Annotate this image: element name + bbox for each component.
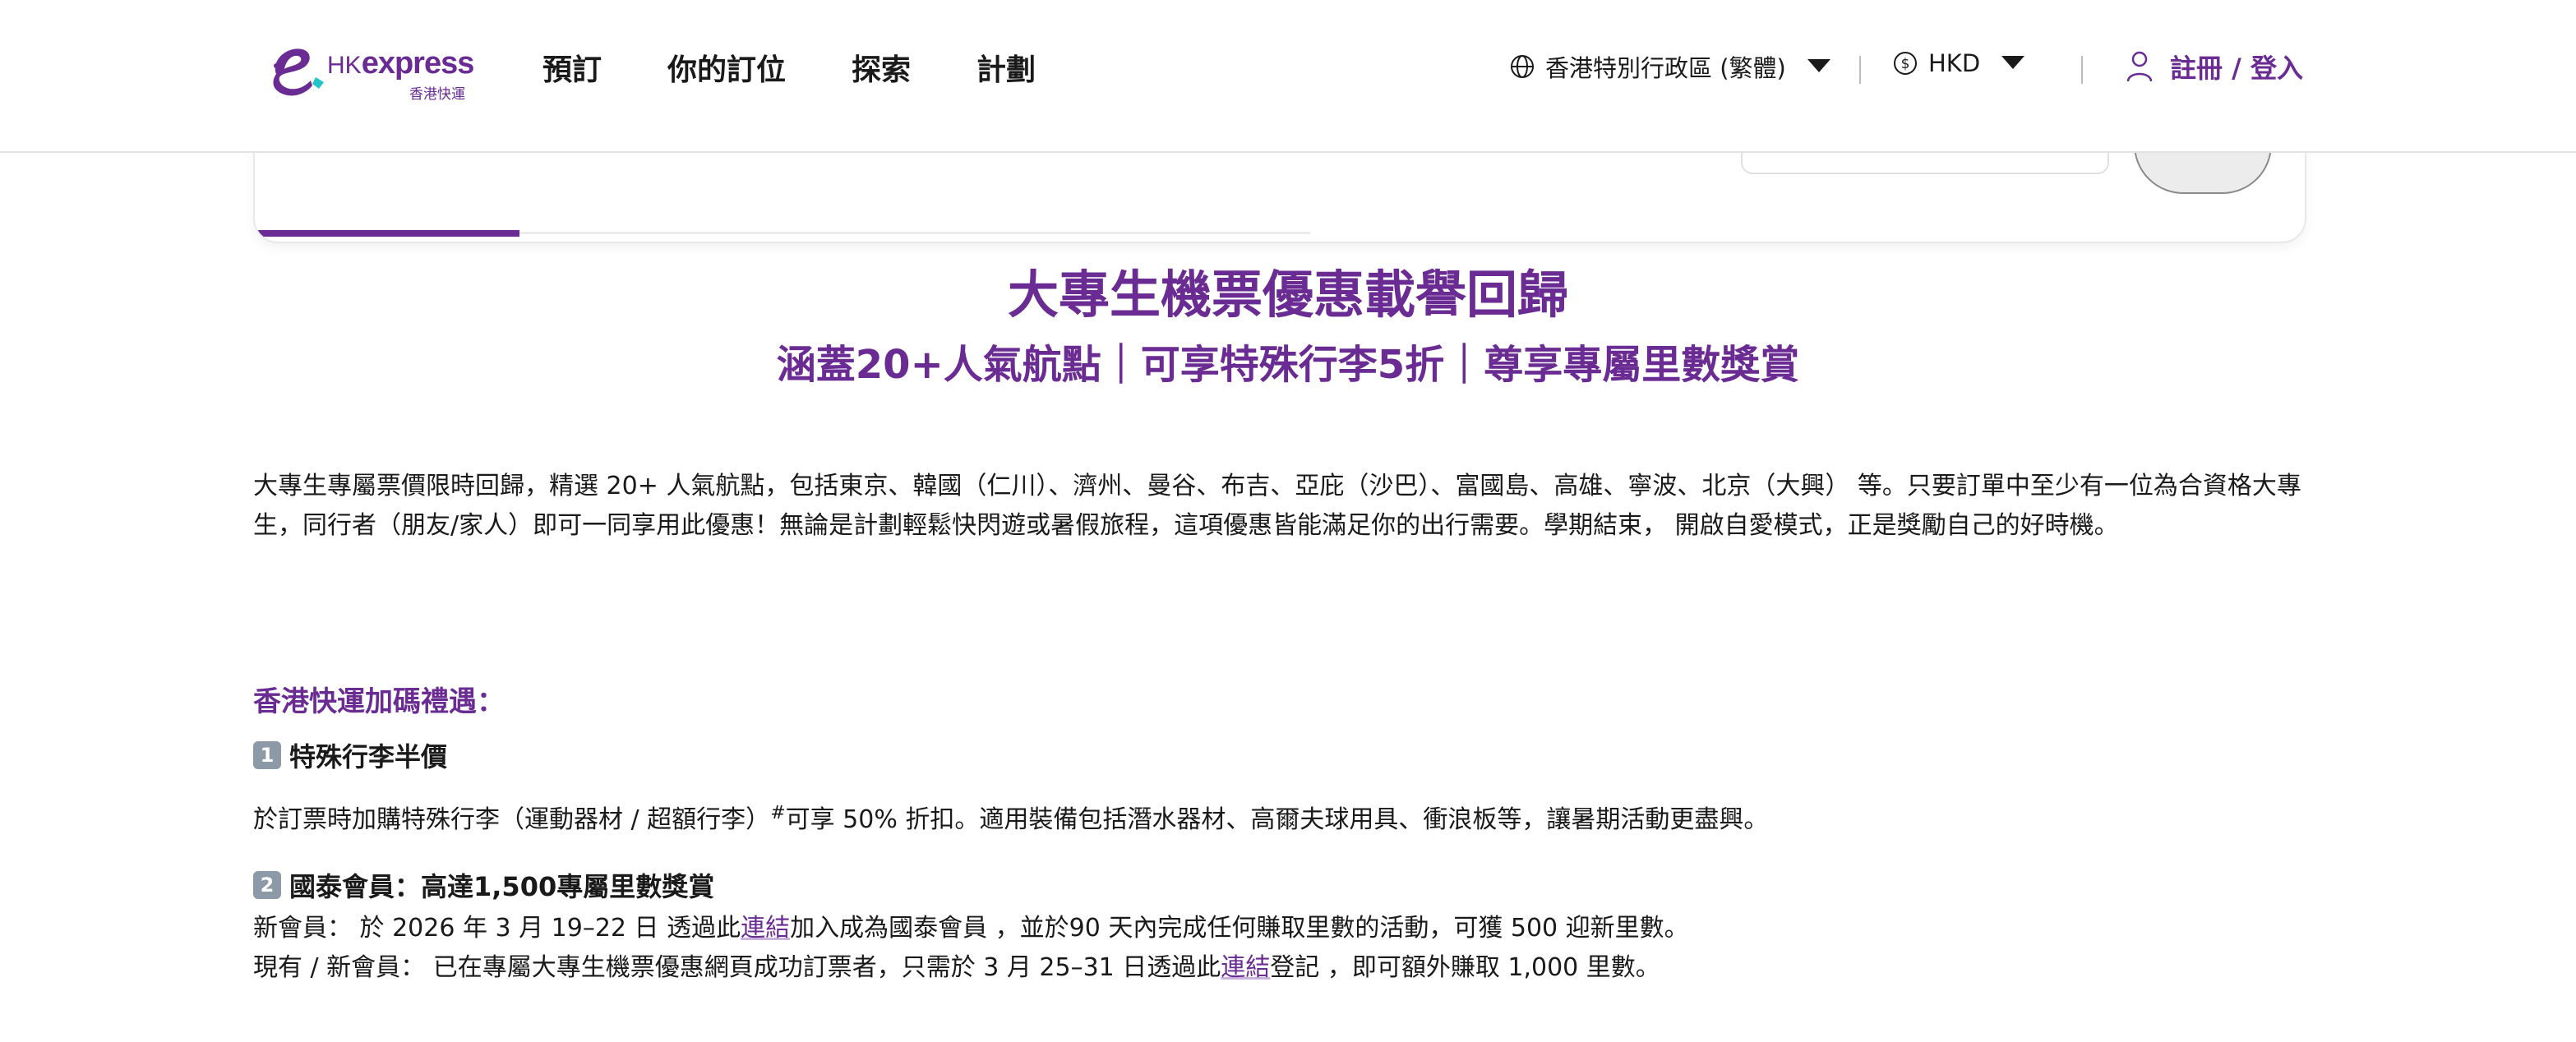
user-icon: [2126, 51, 2153, 82]
site-header: HKexpress 香港快運 預訂 你的訂位 探索 計劃 香港特別行政區 (繁體…: [0, 0, 2576, 153]
perk-2-title: 2 國泰會員：高達1,500專屬里數獎賞: [253, 866, 714, 904]
currency-selector[interactable]: $ HKD: [1892, 49, 2026, 77]
logo-wordmark: HKexpress: [327, 46, 474, 81]
chevron-down-icon: [2001, 56, 2025, 69]
globe-icon: [1511, 55, 1534, 78]
page-title: 大專生機票優惠載譽回歸: [1007, 265, 1568, 325]
header-divider: [2081, 56, 2083, 84]
nav-item-explore[interactable]: 探索: [852, 46, 911, 89]
join-member-link[interactable]: 連結: [741, 914, 790, 943]
logo-chinese-name: 香港快運: [409, 86, 465, 103]
region-selector[interactable]: 香港特別行政區 (繁體): [1509, 49, 1832, 84]
chevron-down-icon: [1807, 59, 1830, 72]
footnote-mark: #: [770, 803, 786, 823]
perk-1-title-text: 特殊行李半價: [289, 741, 448, 772]
perk-2-title-text: 國泰會員：高達1,500專屬里數獎賞: [289, 871, 715, 902]
main-nav: 預訂 你的訂位 探索 計劃: [542, 46, 1036, 89]
region-label: 香港特別行政區 (繁體): [1545, 54, 1786, 82]
perks-heading: 香港快運加碼禮遇：: [253, 685, 505, 718]
perk-2-new-member-line: 新會員： 於 2026 年 3 月 19–22 日 透過此連結加入成為國泰會員 …: [253, 914, 1689, 943]
logo-e-mark-icon: [273, 48, 324, 96]
widget-active-tab-indicator: [255, 230, 519, 237]
register-link[interactable]: 連結: [1221, 953, 1270, 982]
login-label: 註冊 / 登入: [2170, 53, 2303, 84]
login-button[interactable]: 註冊 / 登入: [2126, 48, 2303, 85]
perk-2-existing-member-line: 現有 / 新會員： 已在專屬大專生機票優惠網頁成功訂票者，只需於 3 月 25–…: [253, 953, 1660, 982]
nav-item-plan[interactable]: 計劃: [976, 46, 1036, 89]
perk-1-title: 1 特殊行李半價: [253, 736, 447, 774]
perk-1-description: 於訂票時加購特殊行李（運動器材 / 超額行李）#可享 50% 折扣。適用裝備包括…: [253, 803, 1769, 834]
page-subtitle: 涵蓋20+人氣航點｜可享特殊行李5折｜尊享專屬里數獎賞: [776, 342, 1800, 388]
number-2-keycap-icon: 2: [253, 871, 281, 899]
currency-label: HKD: [1928, 49, 1981, 77]
hkexpress-logo[interactable]: HKexpress 香港快運: [265, 41, 474, 107]
nav-item-booking[interactable]: 預訂: [542, 46, 602, 89]
header-divider: [1859, 56, 1861, 84]
nav-item-my-booking[interactable]: 你的訂位: [667, 46, 786, 89]
number-1-keycap-icon: 1: [253, 741, 281, 769]
intro-paragraph: 大專生專屬票價限時回歸，精選 20+ 人氣航點，包括東京、韓國（仁川）、濟州、曼…: [253, 472, 2301, 540]
dollar-icon: $: [1894, 52, 1917, 75]
svg-text:$: $: [1901, 56, 1910, 72]
